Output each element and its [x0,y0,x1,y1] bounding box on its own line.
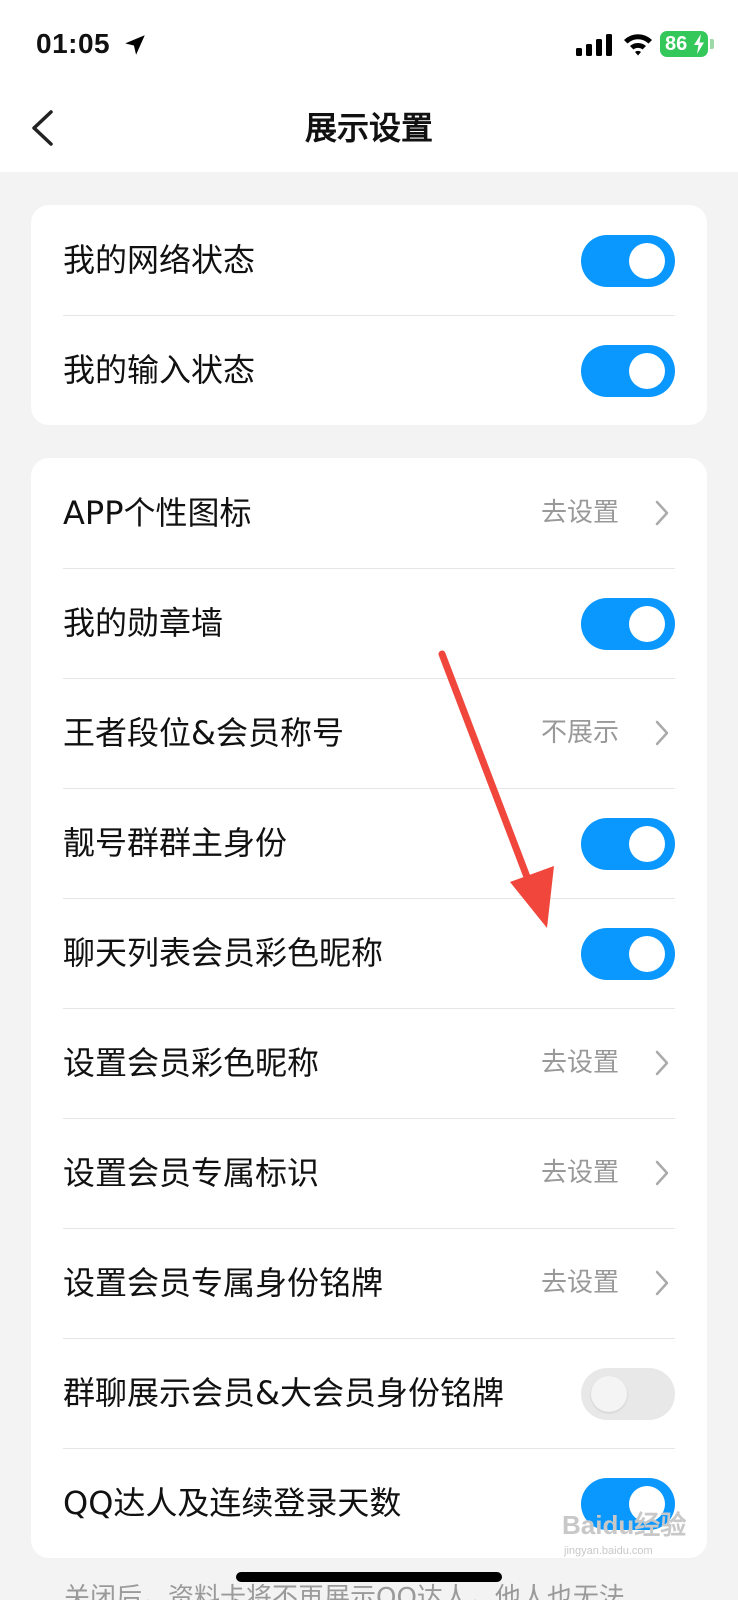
top-bar: 01:05 86 展示设置 [0,0,738,172]
setting-label: 我的勋章墙 [63,604,224,642]
setting-label: 设置会员专属身份铭牌 [63,1264,384,1302]
watermark-subtext: jingyan.baidu.com [563,1545,653,1557]
setting-label: 我的网络状态 [63,241,256,279]
toggle-knob [629,243,665,279]
setting-label: 设置会员彩色昵称 [63,1044,320,1082]
setting-row-app-icon[interactable]: APP个性图标 去设置 [63,458,707,568]
setting-row-input-status: 我的输入状态 [63,315,707,425]
battery-indicator: 86 [660,31,708,57]
baidu-jingyan-watermark: Baidu经验 jingyan.baidu.com [562,1510,686,1557]
battery-level: 86 [665,33,688,55]
chevron-right-icon [655,1270,669,1296]
setting-row-member-mark[interactable]: 设置会员专属标识 去设置 [63,1118,707,1228]
status-time: 01:05 [36,28,111,59]
toggle-knob [629,826,665,862]
setting-row-group-owner: 靓号群群主身份 [63,788,707,898]
setting-label: 王者段位&会员称号 [63,714,344,752]
toggle-knob [629,606,665,642]
chevron-right-icon [655,1050,669,1076]
group-chat-badge-toggle[interactable] [581,1368,675,1420]
setting-label: 靓号群群主身份 [63,824,288,862]
toggle-knob [629,936,665,972]
setting-label: APP个性图标 [63,494,252,532]
toggle-knob [591,1376,627,1412]
setting-value: 去设置 [540,1048,619,1078]
cellular-signal-icon [576,34,612,56]
setting-value: 不展示 [540,718,619,748]
home-indicator[interactable] [236,1572,502,1582]
toggle-knob [629,353,665,389]
status-settings-card: 我的网络状态 我的输入状态 [31,205,707,425]
status-bar: 01:05 86 [0,0,738,92]
medal-wall-toggle[interactable] [581,598,675,650]
setting-label: 设置会员专属标识 [63,1154,320,1192]
setting-label: 群聊展示会员&大会员身份铭牌 [63,1374,504,1412]
battery-charging-icon [694,34,704,54]
input-status-toggle[interactable] [581,345,675,397]
setting-value: 去设置 [540,1158,619,1188]
display-settings-card: APP个性图标 去设置 我的勋章墙 王者段位&会员称号 不展示 靓号群群主身份 … [31,458,707,1558]
battery-cap [710,39,714,49]
setting-row-network-status: 我的网络状态 [63,205,707,315]
group-owner-toggle[interactable] [581,818,675,870]
setting-value: 去设置 [540,498,619,528]
setting-row-group-chat-badge: 群聊展示会员&大会员身份铭牌 [63,1338,707,1448]
setting-row-rank-title[interactable]: 王者段位&会员称号 不展示 [63,678,707,788]
colorful-nickname-toggle[interactable] [581,928,675,980]
setting-label: 我的输入状态 [63,351,256,389]
page-title: 展示设置 [304,109,433,147]
chevron-right-icon [655,500,669,526]
chevron-right-icon [655,720,669,746]
setting-label: 聊天列表会员彩色昵称 [63,934,384,972]
network-status-toggle[interactable] [581,235,675,287]
watermark-text: Baidu经验 [562,1510,686,1540]
chevron-right-icon [655,1160,669,1186]
wifi-icon [624,34,652,56]
setting-row-set-nickname[interactable]: 设置会员彩色昵称 去设置 [63,1008,707,1118]
setting-row-member-badge[interactable]: 设置会员专属身份铭牌 去设置 [63,1228,707,1338]
setting-row-medal-wall: 我的勋章墙 [63,568,707,678]
setting-label: QQ达人及连续登录天数 [63,1484,402,1522]
location-arrow-icon [125,35,145,55]
setting-value: 去设置 [540,1268,619,1298]
setting-row-colorful-nickname: 聊天列表会员彩色昵称 [63,898,707,1008]
